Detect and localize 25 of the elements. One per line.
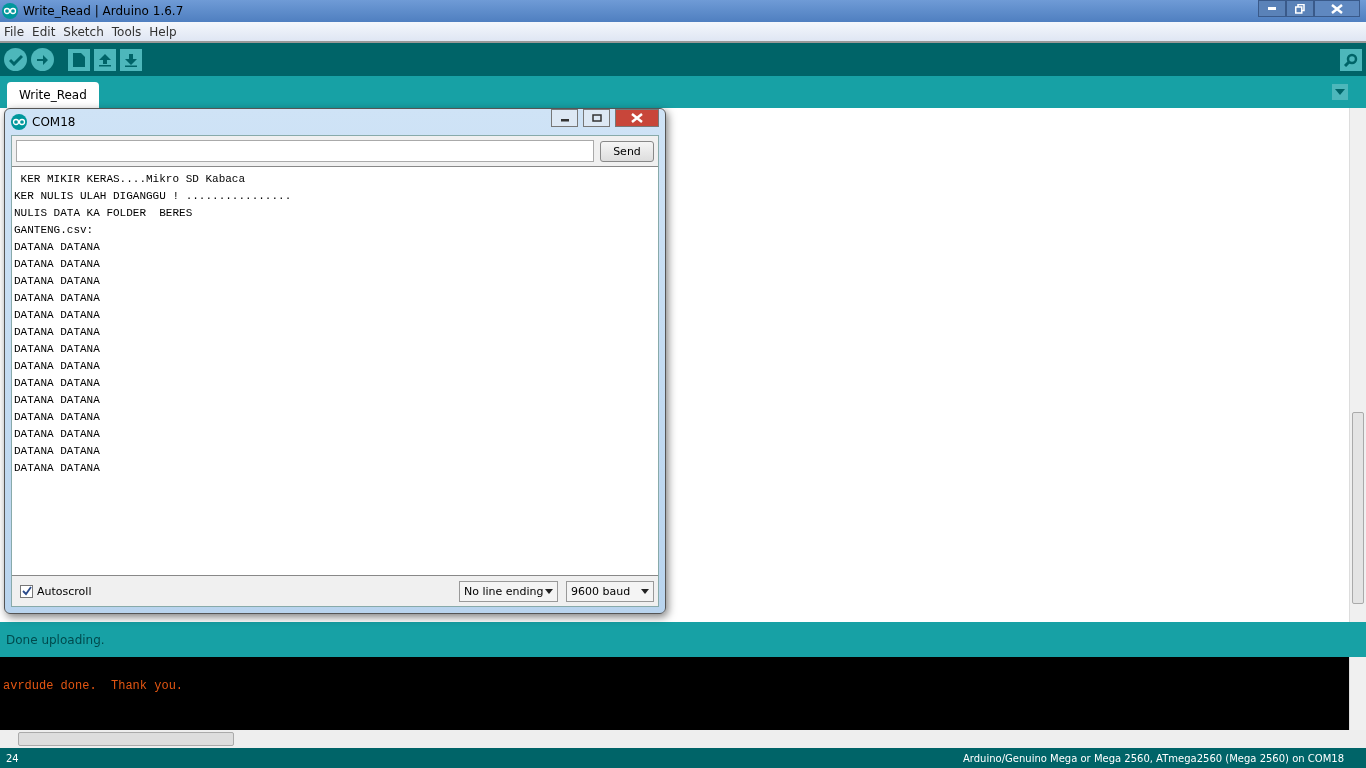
window-title: COM18: [32, 115, 76, 129]
output-line: DATANA DATANA: [14, 274, 101, 289]
output-line: DATANA DATANA: [14, 240, 101, 255]
output-line: DATANA DATANA: [14, 376, 101, 391]
output-line: DATANA DATANA: [14, 257, 101, 272]
status-message: Done uploading.: [0, 622, 1366, 657]
output-line: DATANA DATANA: [14, 444, 101, 459]
output-line: DATANA DATANA: [14, 342, 101, 357]
output-line: DATANA DATANA: [14, 461, 101, 476]
output-line: DATANA DATANA: [14, 410, 101, 425]
console-line: avrdude done. Thank you.: [2, 679, 185, 693]
line-number: 24: [6, 752, 19, 764]
board-info: Arduino/Genuino Mega or Mega 2560, ATmega2560 (Mega 2560) on COM18: [963, 752, 1344, 764]
output-line: DATANA DATANA: [14, 325, 101, 340]
output-line: DATANA DATANA: [14, 427, 101, 442]
output-line: NULIS DATA KA FOLDER BERES: [14, 206, 194, 221]
output-line: GANTENG.csv:: [14, 223, 95, 238]
checkbox-label: Autoscroll: [37, 584, 92, 598]
output-line: DATANA DATANA: [14, 291, 101, 306]
output-line: DATANA DATANA: [14, 359, 101, 374]
output-line: DATANA DATANA: [14, 393, 101, 408]
output-line: KER NULIS ULAH DIGANGGU ! ................: [14, 189, 293, 204]
window-title: Write_Read | Arduino 1.6.7: [23, 4, 184, 18]
output-line: DATANA DATANA: [14, 308, 101, 323]
output-line: KER MIKIR KERAS....Mikro SD Kabaca: [19, 172, 247, 187]
